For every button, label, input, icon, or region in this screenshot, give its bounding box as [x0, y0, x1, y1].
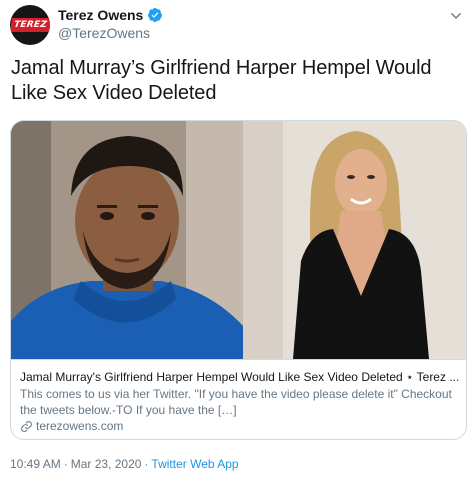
tweet-text: Jamal Murray’s Girlfriend Harper Hempel …: [11, 57, 432, 104]
card-description: This comes to us via her Twitter. "If yo…: [20, 387, 452, 417]
link-card[interactable]: Jamal Murray's Girlfriend Harper Hempel …: [10, 120, 467, 440]
author-name-row[interactable]: Terez Owens: [58, 7, 163, 23]
meta-separator-2: ·: [144, 457, 149, 471]
verified-badge-icon: [148, 8, 163, 22]
card-divider: [11, 359, 466, 360]
card-image[interactable]: [11, 121, 466, 359]
card-domain[interactable]: terezowens.com: [36, 419, 123, 433]
avatar-logo: TEREZ: [10, 18, 50, 32]
meta-separator: ·: [63, 457, 68, 471]
link-icon: [21, 420, 32, 432]
tweet-meta: 10:49 AM · Mar 23, 2020 · Twitter Web App: [10, 457, 239, 471]
tweet-time[interactable]: 10:49 AM: [10, 457, 61, 471]
avatar[interactable]: TEREZ: [10, 5, 50, 45]
tweet: TEREZ Terez Owens @TerezOwens Jamal Murr…: [0, 0, 474, 482]
card-domain-row[interactable]: terezowens.com: [20, 419, 123, 433]
card-photo-left: [11, 121, 243, 359]
chevron-down-icon[interactable]: [448, 8, 464, 24]
author-handle[interactable]: @TerezOwens: [58, 25, 150, 41]
card-photo-right: [243, 121, 466, 359]
display-name[interactable]: Terez Owens: [58, 7, 143, 23]
tweet-date[interactable]: Mar 23, 2020: [71, 457, 142, 471]
card-title[interactable]: Jamal Murray's Girlfriend Harper Hempel …: [20, 369, 460, 385]
tweet-source[interactable]: Twitter Web App: [151, 457, 238, 471]
